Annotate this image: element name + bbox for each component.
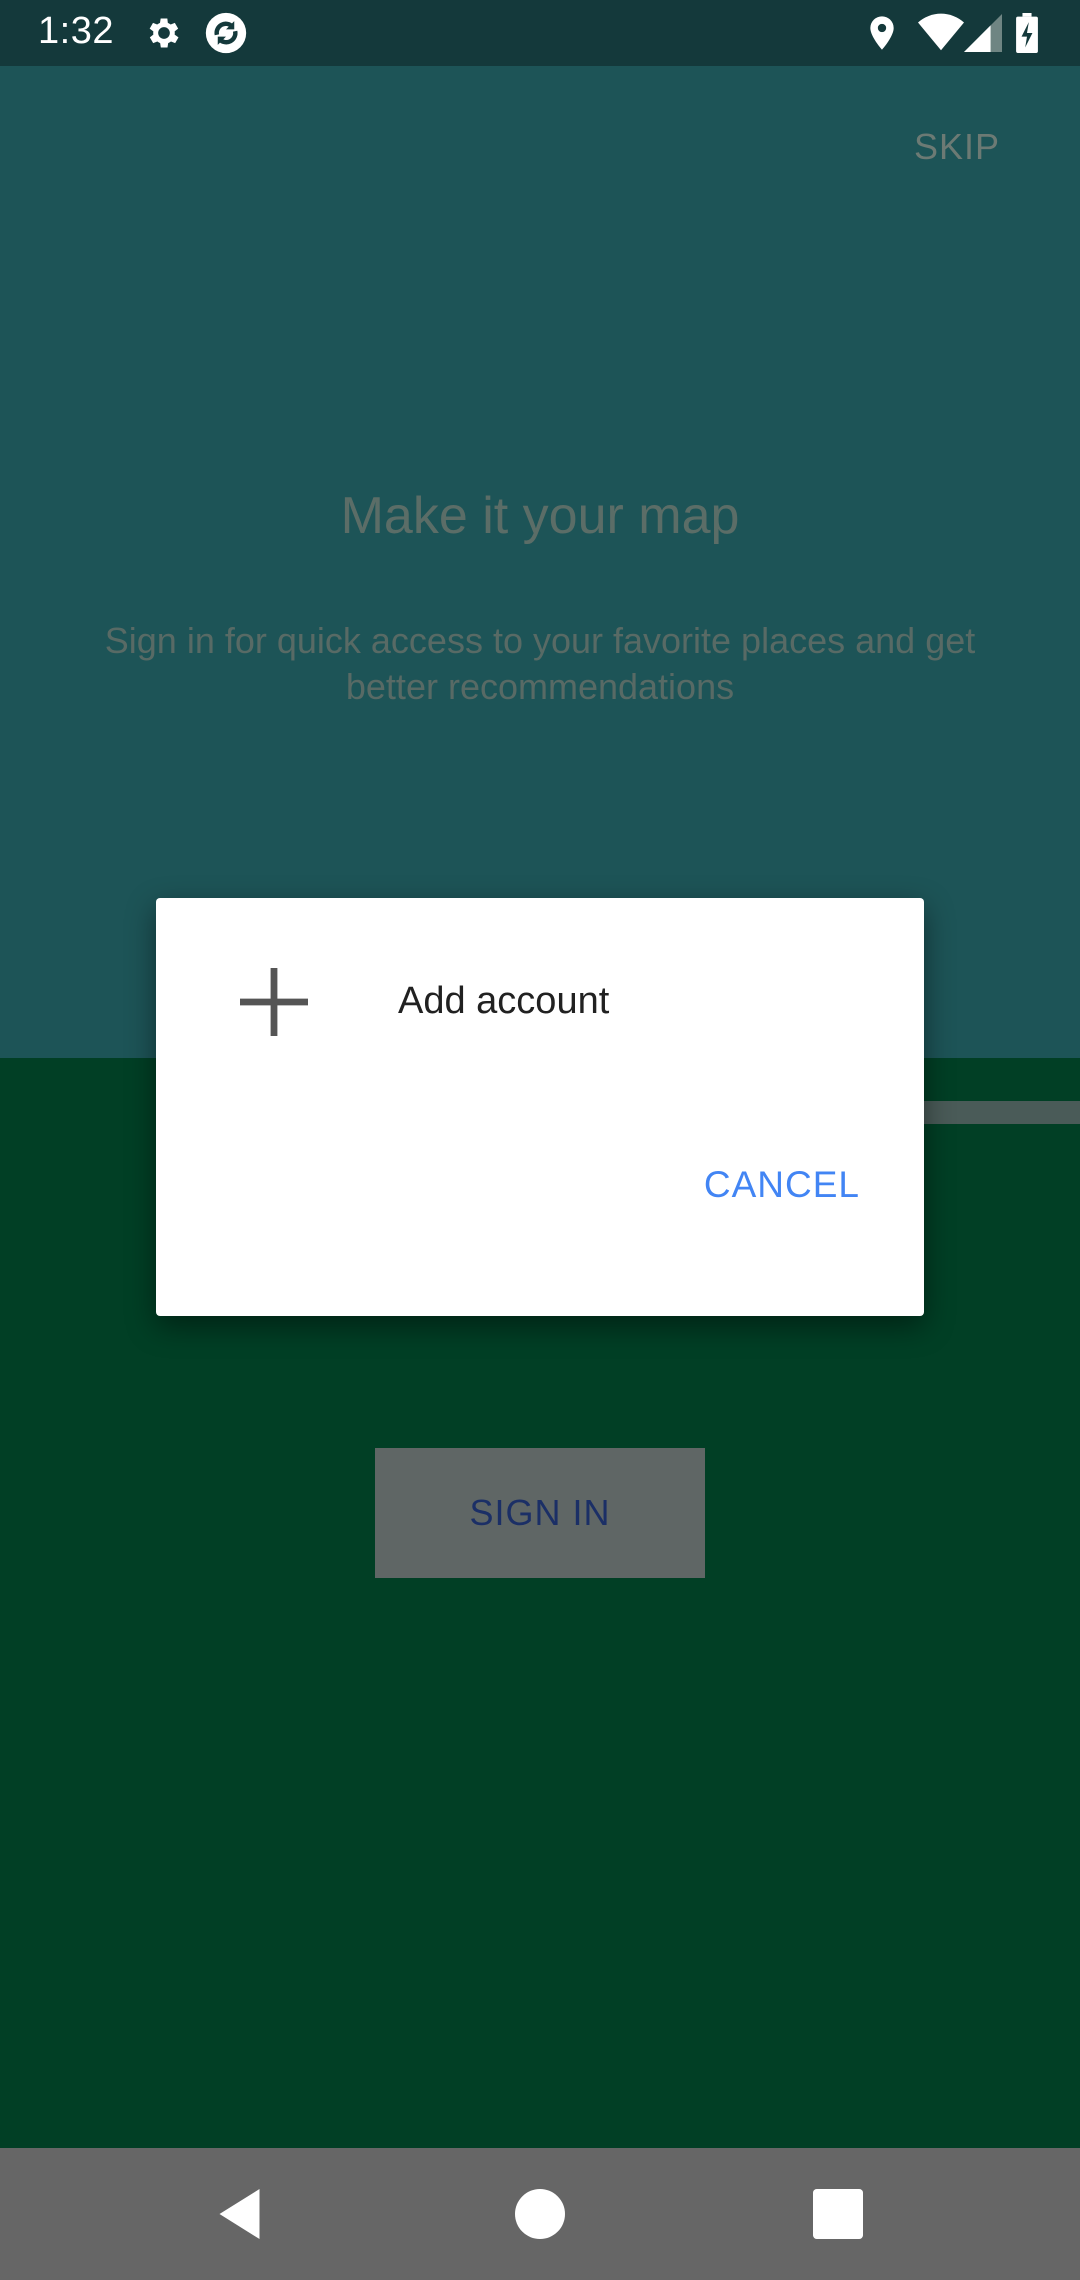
plus-icon — [240, 968, 308, 1036]
screen: 1:32 SKIP Make it your map Sign in for q… — [0, 0, 1080, 2280]
add-account-option[interactable]: Add account — [156, 942, 924, 1062]
back-icon[interactable] — [212, 2184, 272, 2244]
location-icon — [870, 16, 894, 50]
recents-icon[interactable] — [808, 2184, 868, 2244]
page-title: Make it your map — [340, 487, 740, 545]
home-icon[interactable] — [510, 2184, 570, 2244]
sign-in-label: SIGN IN — [469, 1492, 611, 1533]
skip-button[interactable]: SKIP — [914, 126, 1000, 168]
account-picker-dialog: Add account CANCEL — [156, 898, 924, 1316]
add-account-label: Add account — [398, 980, 610, 1022]
gear-icon — [149, 18, 179, 48]
battery-icon — [1016, 13, 1038, 53]
sync-icon — [205, 12, 247, 54]
navigation-bar — [0, 2148, 1080, 2280]
sign-in-button[interactable]: SIGN IN — [375, 1448, 705, 1578]
signal-icon — [964, 14, 1002, 52]
progress-strip — [924, 1101, 1080, 1124]
status-time: 1:32 — [38, 10, 114, 52]
wifi-icon — [918, 13, 964, 51]
page-subtitle: Sign in for quick access to your favorit… — [104, 620, 976, 707]
status-bar: 1:32 — [0, 0, 1080, 66]
cancel-button[interactable]: CANCEL — [704, 1164, 860, 1206]
